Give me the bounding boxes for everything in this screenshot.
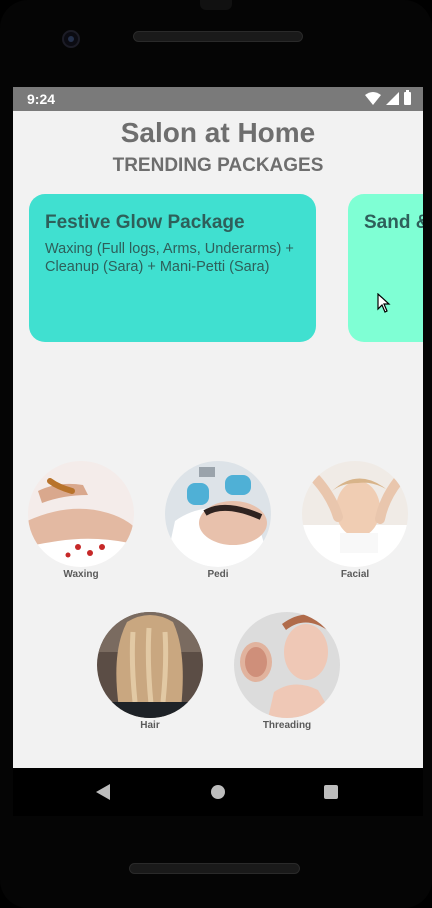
back-icon[interactable]	[96, 784, 110, 800]
pedi-image	[165, 461, 271, 567]
status-time: 9:24	[27, 91, 56, 107]
hair-image	[97, 612, 203, 718]
status-icons	[365, 90, 411, 105]
service-hair[interactable]: Hair	[97, 612, 203, 731]
page-title: Salon at Home	[120, 117, 316, 148]
package-description: Waxing (Full logs, Arms, Underarms) + Cl…	[45, 241, 294, 275]
package-title: Sand & Sun Package	[364, 212, 423, 233]
android-nav-bar	[13, 768, 423, 816]
service-label: Pedi	[207, 569, 229, 580]
service-label: Threading	[262, 720, 312, 731]
service-label: Hair	[140, 720, 160, 731]
wifi-icon	[365, 92, 381, 105]
threading-image	[234, 612, 340, 718]
service-waxing[interactable]: Waxing	[28, 461, 134, 580]
app-screen: 9:24 Salon at Home TRENDING PACKAGES Fes…	[13, 87, 423, 768]
battery-icon	[404, 90, 411, 105]
waxing-image	[28, 461, 134, 567]
signal-icon	[386, 92, 399, 105]
section-title: TRENDING PACKAGES	[112, 155, 324, 176]
service-pedi[interactable]: Pedi	[165, 461, 271, 580]
earpiece-speaker	[133, 31, 303, 42]
recents-icon[interactable]	[324, 785, 338, 799]
home-icon[interactable]	[211, 785, 225, 799]
bottom-speaker	[129, 863, 300, 874]
service-facial[interactable]: Facial	[302, 461, 408, 580]
front-camera	[62, 30, 80, 48]
package-title: Festive Glow Package	[45, 212, 245, 233]
power-notch	[200, 0, 232, 10]
package-card-sand-sun[interactable]: Sand & Sun Package	[348, 194, 423, 342]
service-label: Facial	[340, 569, 370, 580]
package-card-festive-glow[interactable]: Festive Glow Package Waxing (Full logs, …	[29, 194, 316, 342]
status-bar: 9:24	[13, 87, 423, 111]
mouse-cursor-icon	[377, 293, 391, 313]
service-threading[interactable]: Threading	[234, 612, 340, 731]
service-label: Waxing	[63, 569, 99, 580]
facial-image	[302, 461, 408, 567]
phone-frame: 9:24 Salon at Home TRENDING PACKAGES Fes…	[0, 0, 432, 908]
